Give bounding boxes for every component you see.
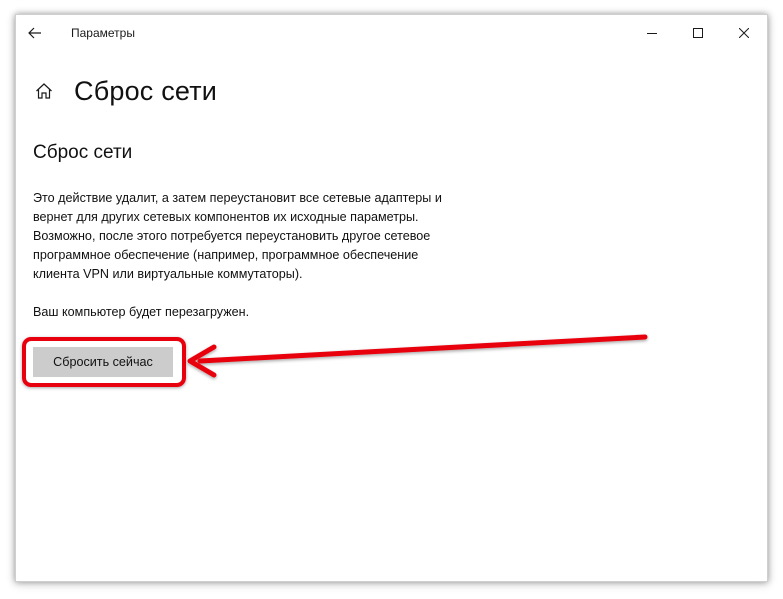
home-button[interactable] [32, 79, 56, 103]
arrow-left-icon [28, 27, 41, 39]
minimize-button[interactable] [629, 15, 675, 51]
minimize-icon [647, 33, 657, 34]
close-button[interactable] [721, 15, 767, 51]
description-line: клиента VPN или виртуальные коммутаторы)… [33, 267, 303, 281]
window-title: Параметры [71, 26, 135, 40]
description-line: вернет для других сетевых компонентов их… [33, 210, 419, 224]
restart-note: Ваш компьютер будет перезагружен. [33, 305, 250, 319]
description-line: Это действие удалит, а затем переустанов… [33, 191, 442, 205]
description-line: Возможно, после этого потребуется переус… [33, 229, 431, 243]
page-header: Сброс сети [32, 73, 217, 109]
close-icon [739, 28, 749, 38]
section-title: Сброс сети [33, 142, 133, 163]
home-icon [36, 83, 52, 99]
title-bar: Параметры [16, 15, 767, 51]
maximize-button[interactable] [675, 15, 721, 51]
page-title: Сброс сети [74, 75, 218, 106]
maximize-icon [693, 28, 703, 38]
settings-window: Параметры Сброс сети Сброс сети Это дейс… [15, 14, 768, 582]
window-controls [629, 15, 767, 51]
back-button[interactable] [20, 19, 50, 47]
description-line: программное обеспечение (например, прогр… [33, 248, 419, 262]
reset-now-button[interactable]: Сбросить сейчас [33, 347, 173, 377]
reset-description: Это действие удалит, а затем переустанов… [33, 189, 503, 284]
